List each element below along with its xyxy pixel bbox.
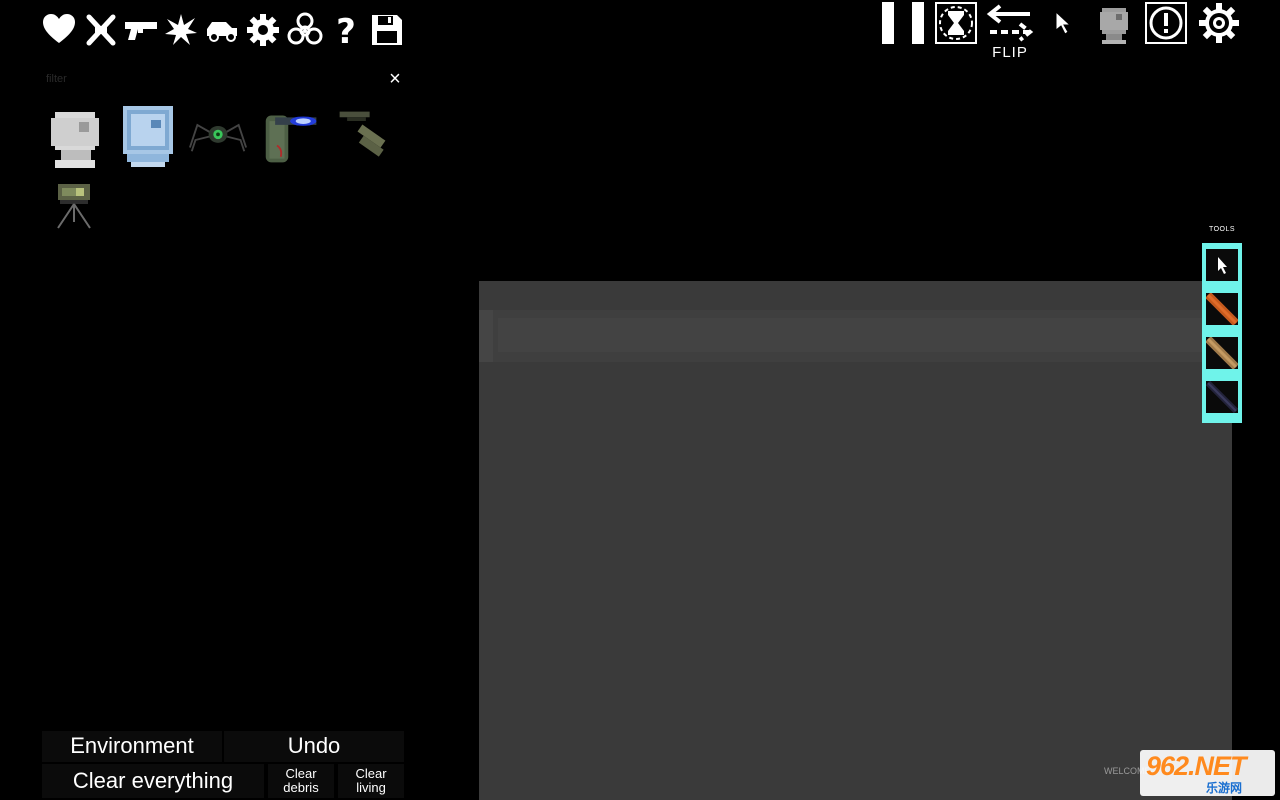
car-icon[interactable] — [204, 12, 240, 48]
tripod-sentry-item[interactable] — [44, 180, 104, 244]
explosion-icon[interactable] — [163, 12, 199, 48]
save-icon[interactable] — [369, 12, 405, 48]
settings-gear-icon[interactable] — [1198, 2, 1240, 44]
slow-motion-icon[interactable] — [934, 1, 978, 45]
flip-icon[interactable] — [986, 2, 1034, 44]
cable-tool-dark[interactable] — [1206, 381, 1238, 413]
cursor-icon[interactable] — [1054, 10, 1074, 36]
drag-tool[interactable] — [1206, 249, 1238, 281]
clear-living-button[interactable]: Clear living — [338, 764, 404, 798]
watermark-subtext: 乐游网 — [1206, 781, 1243, 795]
rope-tool-tan[interactable] — [1206, 337, 1238, 369]
android-head-white-item[interactable] — [45, 108, 105, 172]
ceiling-beam-face — [498, 318, 1232, 352]
environment-button[interactable]: Environment — [42, 731, 222, 762]
crossed-swords-icon[interactable] — [83, 12, 119, 48]
cannon-plasma-item[interactable] — [262, 106, 322, 170]
biohazard-icon[interactable] — [287, 12, 323, 48]
clear-debris-button[interactable]: Clear debris — [268, 764, 334, 798]
watermark-logo-text: 962.NET — [1146, 751, 1247, 781]
question-mark-icon[interactable]: ? — [328, 12, 364, 48]
spawn-head-icon[interactable] — [1096, 6, 1132, 46]
gear-icon[interactable] — [245, 12, 281, 48]
ceiling-beam-cap — [479, 310, 493, 362]
clear-everything-button[interactable]: Clear everything — [42, 764, 264, 798]
pause-icon[interactable] — [880, 2, 928, 46]
alert-icon[interactable] — [1144, 1, 1188, 45]
mounted-turret-item[interactable] — [334, 104, 394, 168]
android-head-blue-item[interactable] — [117, 104, 177, 168]
spider-drone-item[interactable] — [188, 108, 248, 172]
pistol-icon[interactable] — [123, 12, 159, 48]
wire-tool-orange[interactable] — [1206, 293, 1238, 325]
close-icon[interactable]: × — [384, 68, 406, 90]
undo-button[interactable]: Undo — [224, 731, 404, 762]
heart-icon[interactable] — [41, 12, 77, 48]
tools-label: TOOLS — [1208, 226, 1236, 233]
filter-input[interactable] — [46, 70, 366, 88]
flip-label: FLIP — [992, 44, 1028, 61]
svg-text:?: ? — [336, 12, 356, 48]
